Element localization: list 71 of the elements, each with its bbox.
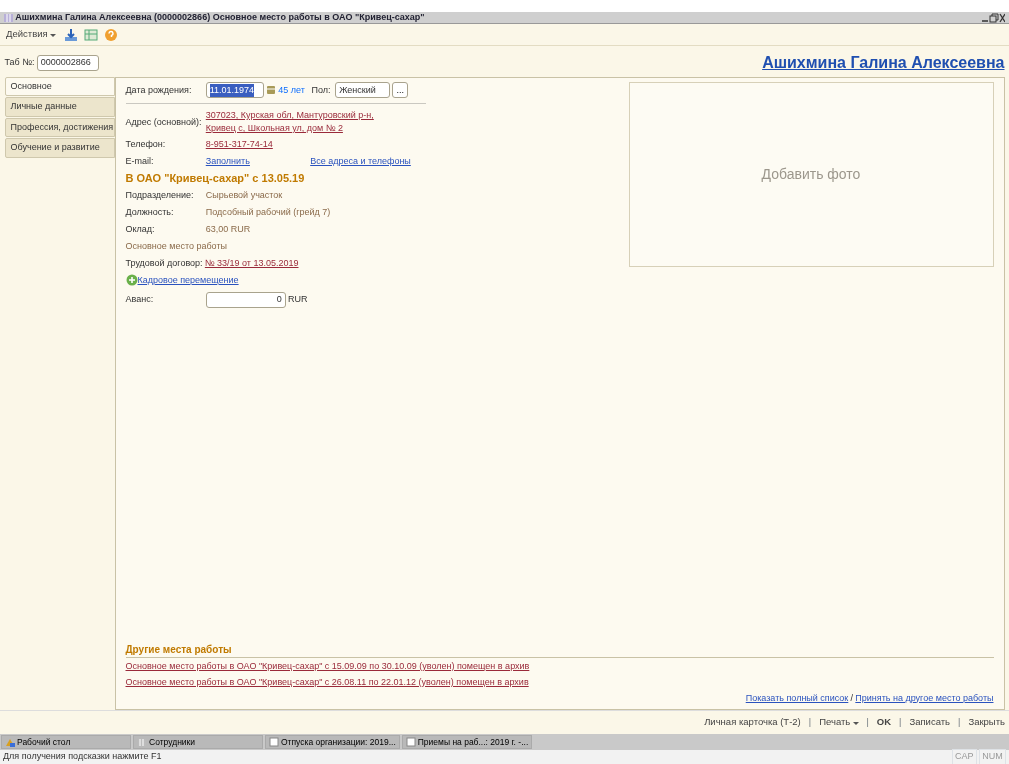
caret-icon	[49, 31, 56, 38]
org-heading: В ОАО "Кривец-сахар" с 13.05.19	[125, 171, 306, 186]
calendar-icon[interactable]	[266, 85, 276, 96]
contract-label: Трудовой договор:	[125, 256, 203, 270]
dialog-button[interactable]: Печать	[817, 715, 861, 730]
plus-icon[interactable]	[125, 274, 138, 287]
actions-menu[interactable]: Действия	[4, 27, 58, 42]
birth-date-value: 11.01.1974	[209, 83, 255, 97]
close-icon[interactable]	[999, 12, 1005, 23]
window-title: Ашихмина Галина Алексеевна (0000002866) Основное место работы в ОАО "Кривец-сахар"	[15, 10, 426, 24]
taskbar-item[interactable]: Приемы на раб...: 2019 г. -...	[401, 735, 533, 749]
transfer-link[interactable]: Кадровое перемещение	[137, 273, 239, 287]
age-text: 45 лет	[278, 83, 305, 97]
taskbar-item[interactable]: Сотрудники	[133, 735, 263, 749]
taskbar-item[interactable]: Отпуска организации: 2019...	[265, 735, 400, 749]
dialog-button[interactable]: Закрыть	[966, 715, 1007, 730]
field-label: Телефон:	[125, 137, 167, 151]
list-icon	[137, 737, 147, 747]
field-value: 63,00 RUR	[205, 222, 251, 236]
gender-label: Пол:	[311, 83, 331, 97]
archive-link[interactable]: Основное место работы в ОАО "Кривец-сахар" с 15.09.09 по 30.10.09 (уволен) помещен в архив	[125, 661, 530, 671]
birth-date-label: Дата рождения:	[125, 83, 193, 97]
field-label: Адрес (основной):	[125, 115, 203, 129]
field-value: Подсобный рабочий (грейд 7)	[205, 205, 331, 219]
work-type-text: Основное место работы	[125, 239, 229, 253]
tab-number-label: Таб №:	[4, 55, 35, 69]
advance-label: Аванс:	[125, 292, 155, 306]
section-tab[interactable]: Основное	[4, 76, 115, 97]
window-icon	[4, 12, 13, 23]
caret-icon	[852, 719, 859, 726]
doc-icon	[405, 737, 416, 747]
link-separator: /	[850, 691, 854, 705]
advance-field[interactable]: 0	[205, 291, 286, 308]
gender-field[interactable]: Женский	[335, 82, 391, 99]
taskbar-item[interactable]: Рабочий стол	[1, 735, 131, 749]
restore-icon[interactable]	[989, 12, 999, 23]
dialog-button[interactable]: OK	[874, 715, 894, 730]
status-indicator: CAP	[951, 749, 977, 764]
footer-link[interactable]: Принять на другое место работы	[855, 691, 994, 705]
contact-link[interactable]: 307023, Курская обл, Мантуровский р-н, Кривец с, Школьная ул, дом № 2	[205, 108, 406, 136]
separator: |	[958, 715, 961, 729]
section-heading: Другие места работы	[125, 641, 994, 658]
separator: |	[866, 715, 869, 729]
contact-link[interactable]: 8-951-317-74-14	[205, 137, 273, 151]
field-value: Сырьевой участок	[205, 188, 283, 202]
contact-link[interactable]: Заполнить	[205, 154, 250, 168]
section-tab[interactable]: Обучение и развитие	[4, 138, 115, 158]
status-hint: Для получения подсказки нажмите F1	[3, 750, 162, 764]
separator: |	[899, 715, 902, 729]
all-contacts-link[interactable]: Все адреса и телефоны	[310, 154, 411, 168]
desktop-icon	[5, 737, 15, 747]
field-label: E-mail:	[125, 154, 155, 168]
separator: |	[808, 715, 812, 729]
field-label: Оклад:	[125, 222, 156, 236]
birth-date-field[interactable]: 11.01.1974	[205, 82, 264, 99]
section-tab[interactable]: Профессия, достижения	[4, 117, 115, 138]
archive-link[interactable]: Основное место работы в ОАО "Кривец-сахар" с 26.08.11 по 22.01.12 (уволен) помещен в архив	[125, 676, 529, 687]
dialog-button[interactable]: Записать	[907, 715, 953, 730]
employee-name-link[interactable]: Ашихмина Галина Алексеевна	[762, 50, 1005, 75]
dialog-button[interactable]: Личная карточка (Т-2)	[702, 715, 803, 730]
footer-link[interactable]: Показать полный список	[745, 691, 849, 705]
contract-link[interactable]: № 33/19 от 13.05.2019	[204, 256, 299, 270]
currency-text: RUR	[288, 292, 308, 306]
download-icon[interactable]	[63, 27, 78, 42]
tab-number-field[interactable]: 0000002866	[36, 54, 99, 71]
section-tab[interactable]: Личные данные	[4, 97, 115, 117]
status-indicator: NUM	[979, 749, 1006, 764]
doc-icon	[269, 737, 279, 747]
field-label: Подразделение:	[125, 188, 195, 202]
field-label: Должность:	[125, 205, 175, 219]
select-button[interactable]: ...	[392, 82, 408, 99]
